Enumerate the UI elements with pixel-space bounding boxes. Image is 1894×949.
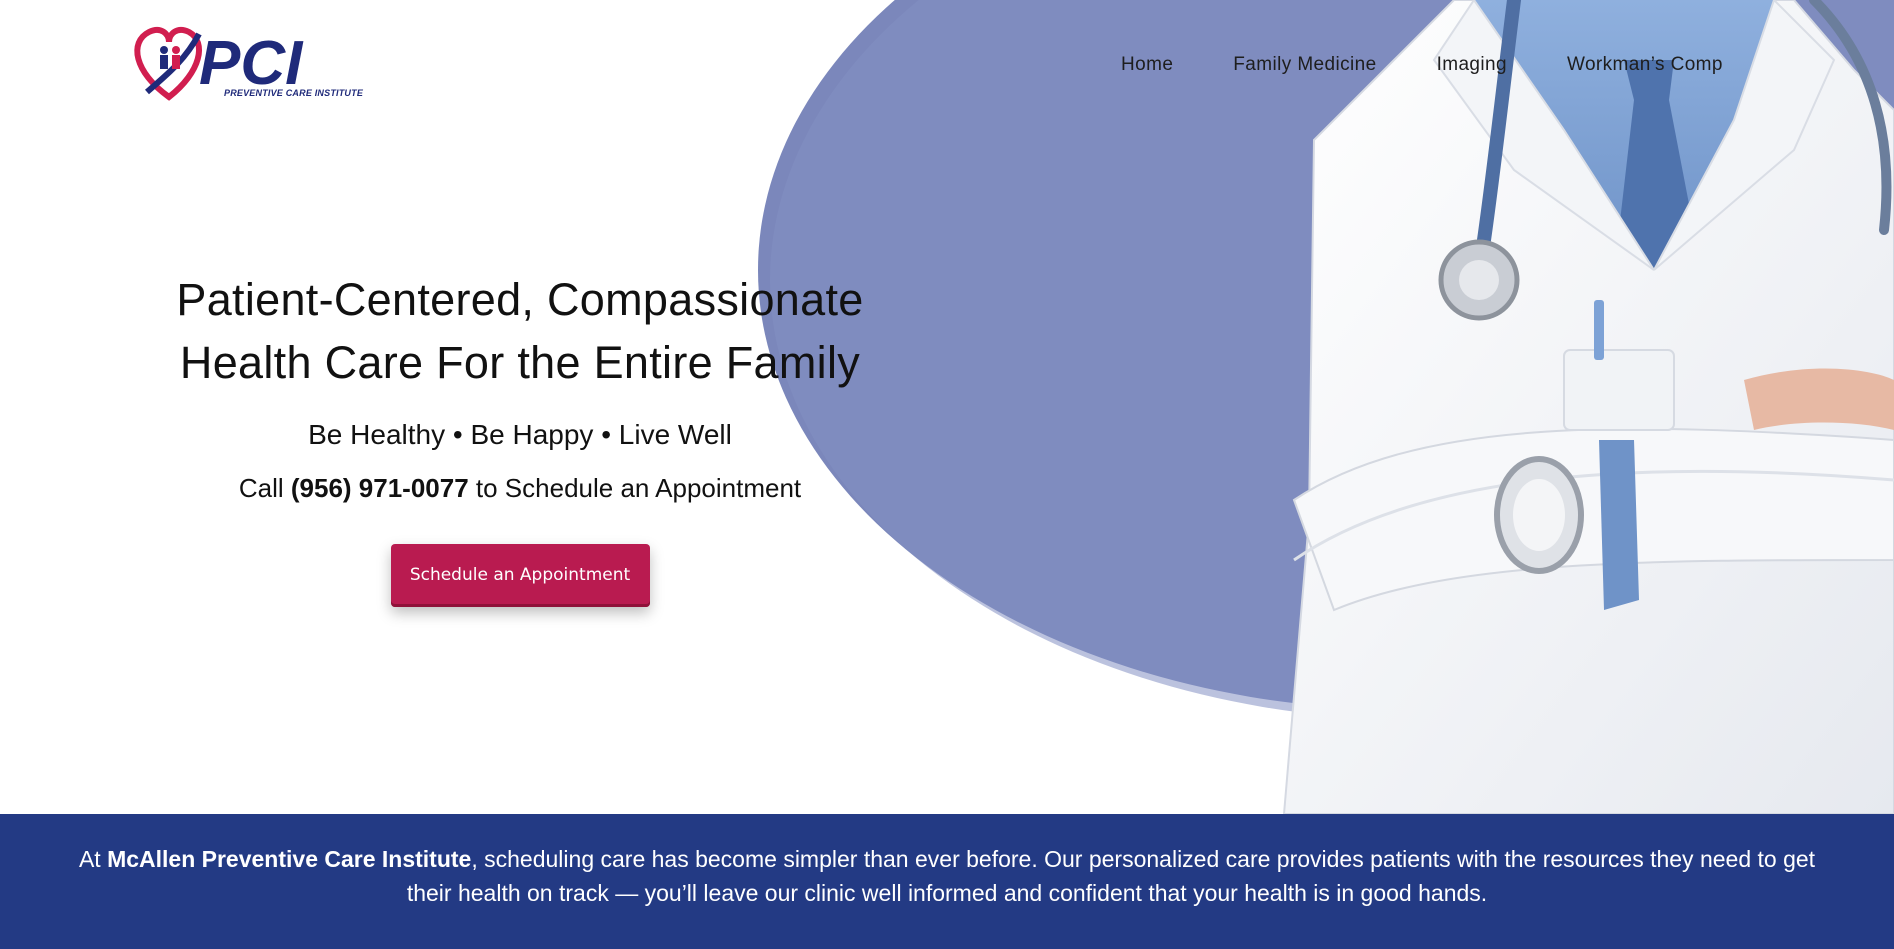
headline-line-2: Health Care For the Entire Family <box>179 337 861 388</box>
intro-band: At McAllen Preventive Care Institute, sc… <box>0 814 1894 949</box>
call-prefix: Call <box>238 473 291 503</box>
headline-line-1: Patient-Centered, Compassionate <box>176 274 864 325</box>
hero-headline: Patient-Centered, Compassionate Health C… <box>130 268 910 394</box>
institute-name: McAllen Preventive Care Institute <box>107 846 472 872</box>
nav-home[interactable]: Home <box>1121 54 1203 76</box>
main-nav: Home Family Medicine Imaging Workman’s C… <box>1121 54 1753 76</box>
logo-subtitle: PREVENTIVE CARE INSTITUTE <box>224 88 364 98</box>
phone-number[interactable]: (956) 971-0077 <box>291 473 469 503</box>
schedule-appointment-button[interactable]: Schedule an Appointment <box>390 544 650 607</box>
call-suffix: to Schedule an Appointment <box>468 473 802 503</box>
heart-logo-icon: PCI <box>134 26 304 101</box>
nav-imaging[interactable]: Imaging <box>1407 54 1537 76</box>
intro-text: At McAllen Preventive Care Institute, sc… <box>57 814 1837 910</box>
hero-section: PCI PREVENTIVE CARE INSTITUTE Home Famil… <box>0 0 1894 814</box>
nav-family-medicine[interactable]: Family Medicine <box>1203 54 1406 76</box>
hero-copy: Patient-Centered, Compassionate Health C… <box>130 268 910 607</box>
doctor-image <box>1282 0 1894 814</box>
hero-tagline: Be Healthy • Be Happy • Live Well <box>308 419 732 450</box>
call-to-schedule: Call (956) 971-0077 to Schedule an Appoi… <box>130 473 910 504</box>
pci-logo[interactable]: PCI PREVENTIVE CARE INSTITUTE <box>129 22 363 112</box>
nav-workmans-comp[interactable]: Workman’s Comp <box>1537 54 1753 76</box>
intro-prefix: At <box>78 846 108 872</box>
intro-body: , scheduling care has become simpler tha… <box>406 846 1816 906</box>
